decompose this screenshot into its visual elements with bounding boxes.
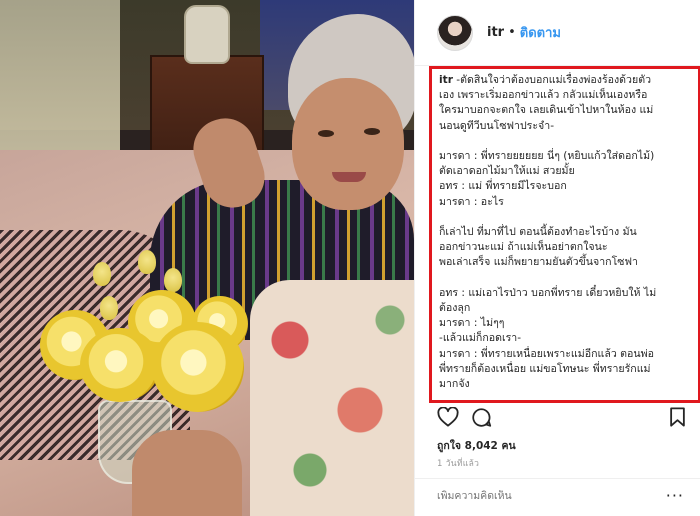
avatar[interactable]	[437, 14, 473, 51]
caption-line: ใครมาบอกจะตกใจ เลยเดินเข้าไปหาในห้อง แม่	[439, 103, 691, 118]
caption-line: มารดา : อะไร	[439, 195, 691, 210]
comment-icon[interactable]	[471, 407, 492, 428]
photo-rose-bud	[93, 262, 111, 286]
comment-input[interactable]	[437, 490, 677, 502]
caption-line: -แล้วแม่ก็กอดเรา-	[439, 331, 691, 346]
photo-vase	[184, 5, 230, 64]
caption-line: นอนดูทีวีบนโซฟาประจำ-	[439, 119, 691, 134]
separator-dot: •	[508, 25, 516, 40]
photo-hand	[132, 430, 242, 516]
post-side-panel: itr • ติดตาม itr -ตัดสินใจว่าต้องบอกแม่เ…	[414, 0, 700, 516]
heart-icon[interactable]	[437, 407, 459, 427]
photo-yellow-rose	[152, 322, 244, 412]
caption-line: ก็เล่าไป ที่มาที่ไป ตอนนี้ต้องทำอะไรบ้าง…	[439, 225, 691, 240]
caption-line: มารดา : พี่ทรายเหนื่อยเพราะแม่อีกแล้ว ตอ…	[439, 347, 691, 362]
caption-highlight-box: itr -ตัดสินใจว่าต้องบอกแม่เรื่องพ่องร้อง…	[429, 66, 700, 403]
caption-text: พอเล่าเสร็จ แม่ก็พยายามยันตัวขึ้นจากโซฟา	[439, 256, 638, 269]
caption-text: ต้องลุก	[439, 302, 471, 314]
caption-username[interactable]: itr	[439, 74, 453, 86]
more-options-icon[interactable]: ···	[666, 486, 684, 505]
caption-text: เอง เพราะเริ่มออกข่าวแล้ว กลัวแม่เห็นเอง…	[439, 89, 648, 102]
bookmark-icon[interactable]	[669, 407, 686, 427]
caption-line: ตัดเอาดอกไม้มาให้แม่ สวยมั้ย	[439, 164, 691, 179]
caption-line: มารดา : พี่ทรายยยยยย นี่ๆ (หยิบแก้วใส่ดอ…	[439, 149, 691, 164]
caption-line: itr -ตัดสินใจว่าต้องบอกแม่เรื่องพ่องร้อง…	[439, 73, 691, 88]
caption-text: ออกข่าวนะแม่ ถ้าแม่เห็นอย่าตกใจนะ	[439, 241, 608, 254]
username-link[interactable]: itr	[487, 25, 504, 40]
instagram-post: itr • ติดตาม itr -ตัดสินใจว่าต้องบอกแม่เ…	[0, 0, 700, 516]
post-header: itr • ติดตาม	[415, 0, 700, 66]
photo-mouth	[332, 172, 366, 182]
action-bar	[437, 407, 686, 429]
caption-text: ก็เล่าไป ที่มาที่ไป ตอนนี้ต้องทำอะไรบ้าง…	[439, 226, 637, 238]
caption-text: -ตัดสินใจว่าต้องบอกแม่เรื่องพ่องร้องด้วย…	[452, 74, 652, 86]
caption-text: ตัดเอาดอกไม้มาให้แม่ สวยมั้ย	[439, 165, 575, 178]
caption-text: นอนดูทีวีบนโซฟาประจำ-	[439, 119, 555, 132]
divider	[415, 478, 700, 479]
caption-line: มารดา : ไม่ๆๆ	[439, 316, 691, 331]
caption-line: พอเล่าเสร็จ แม่ก็พยายามยันตัวขึ้นจากโซฟา	[439, 255, 691, 270]
likes-count[interactable]: ถูกใจ 8,042 คน	[437, 437, 516, 454]
caption-text: -แล้วแม่ก็กอดเรา-	[439, 332, 522, 345]
caption-line: ออกข่าวนะแม่ ถ้าแม่เห็นอย่าตกใจนะ	[439, 240, 691, 255]
caption-text: มากจัง	[439, 378, 470, 391]
caption-text: มารดา : ไม่ๆๆ	[439, 317, 505, 330]
caption-text: ใครมาบอกจะตกใจ เลยเดินเข้าไปหาในห้อง แม่	[439, 104, 654, 117]
caption-line: เอง เพราะเริ่มออกข่าวแล้ว กลัวแม่เห็นเอง…	[439, 88, 691, 103]
caption-text: มารดา : พี่ทรายเหนื่อยเพราะแม่อีกแล้ว ตอ…	[439, 347, 654, 360]
photo-face	[292, 78, 404, 210]
photo-floral-pillow	[250, 280, 414, 516]
caption-line: พี่ทรายก็ต้องเหนื่อย แม่ขอโทษนะ พี่ทรายร…	[439, 362, 691, 377]
caption-line: มากจัง	[439, 377, 691, 392]
caption-text: มารดา : พี่ทรายยยยยย นี่ๆ (หยิบแก้วใส่ดอ…	[439, 150, 655, 162]
caption-line: ต้องลุก	[439, 301, 691, 316]
post-photo	[0, 0, 414, 516]
caption-text: อทร : แม่ พี่ทรายมีไรจะบอก	[439, 180, 567, 193]
photo-eye	[364, 128, 380, 135]
photo-eye	[318, 130, 334, 137]
follow-button[interactable]: ติดตาม	[520, 22, 561, 43]
photo-yellow-rose	[80, 328, 160, 402]
photo-rose-bud	[100, 296, 118, 320]
caption-line: อทร : แม่ พี่ทรายมีไรจะบอก	[439, 179, 691, 194]
caption-text: พี่ทรายก็ต้องเหนื่อย แม่ขอโทษนะ พี่ทรายร…	[439, 362, 651, 375]
post-timestamp[interactable]: 1 วันที่แล้ว	[437, 456, 479, 470]
photo-rose-bud	[138, 250, 156, 274]
photo-window	[0, 0, 120, 150]
caption-text: อทร : แม่เอาไรป่าว บอกพี่ทราย เดี๋ยวหยิบ…	[439, 286, 657, 299]
caption-line: อทร : แม่เอาไรป่าว บอกพี่ทราย เดี๋ยวหยิบ…	[439, 286, 691, 301]
photo-rose-bud	[164, 268, 182, 292]
caption-text: มารดา : อะไร	[439, 195, 504, 208]
